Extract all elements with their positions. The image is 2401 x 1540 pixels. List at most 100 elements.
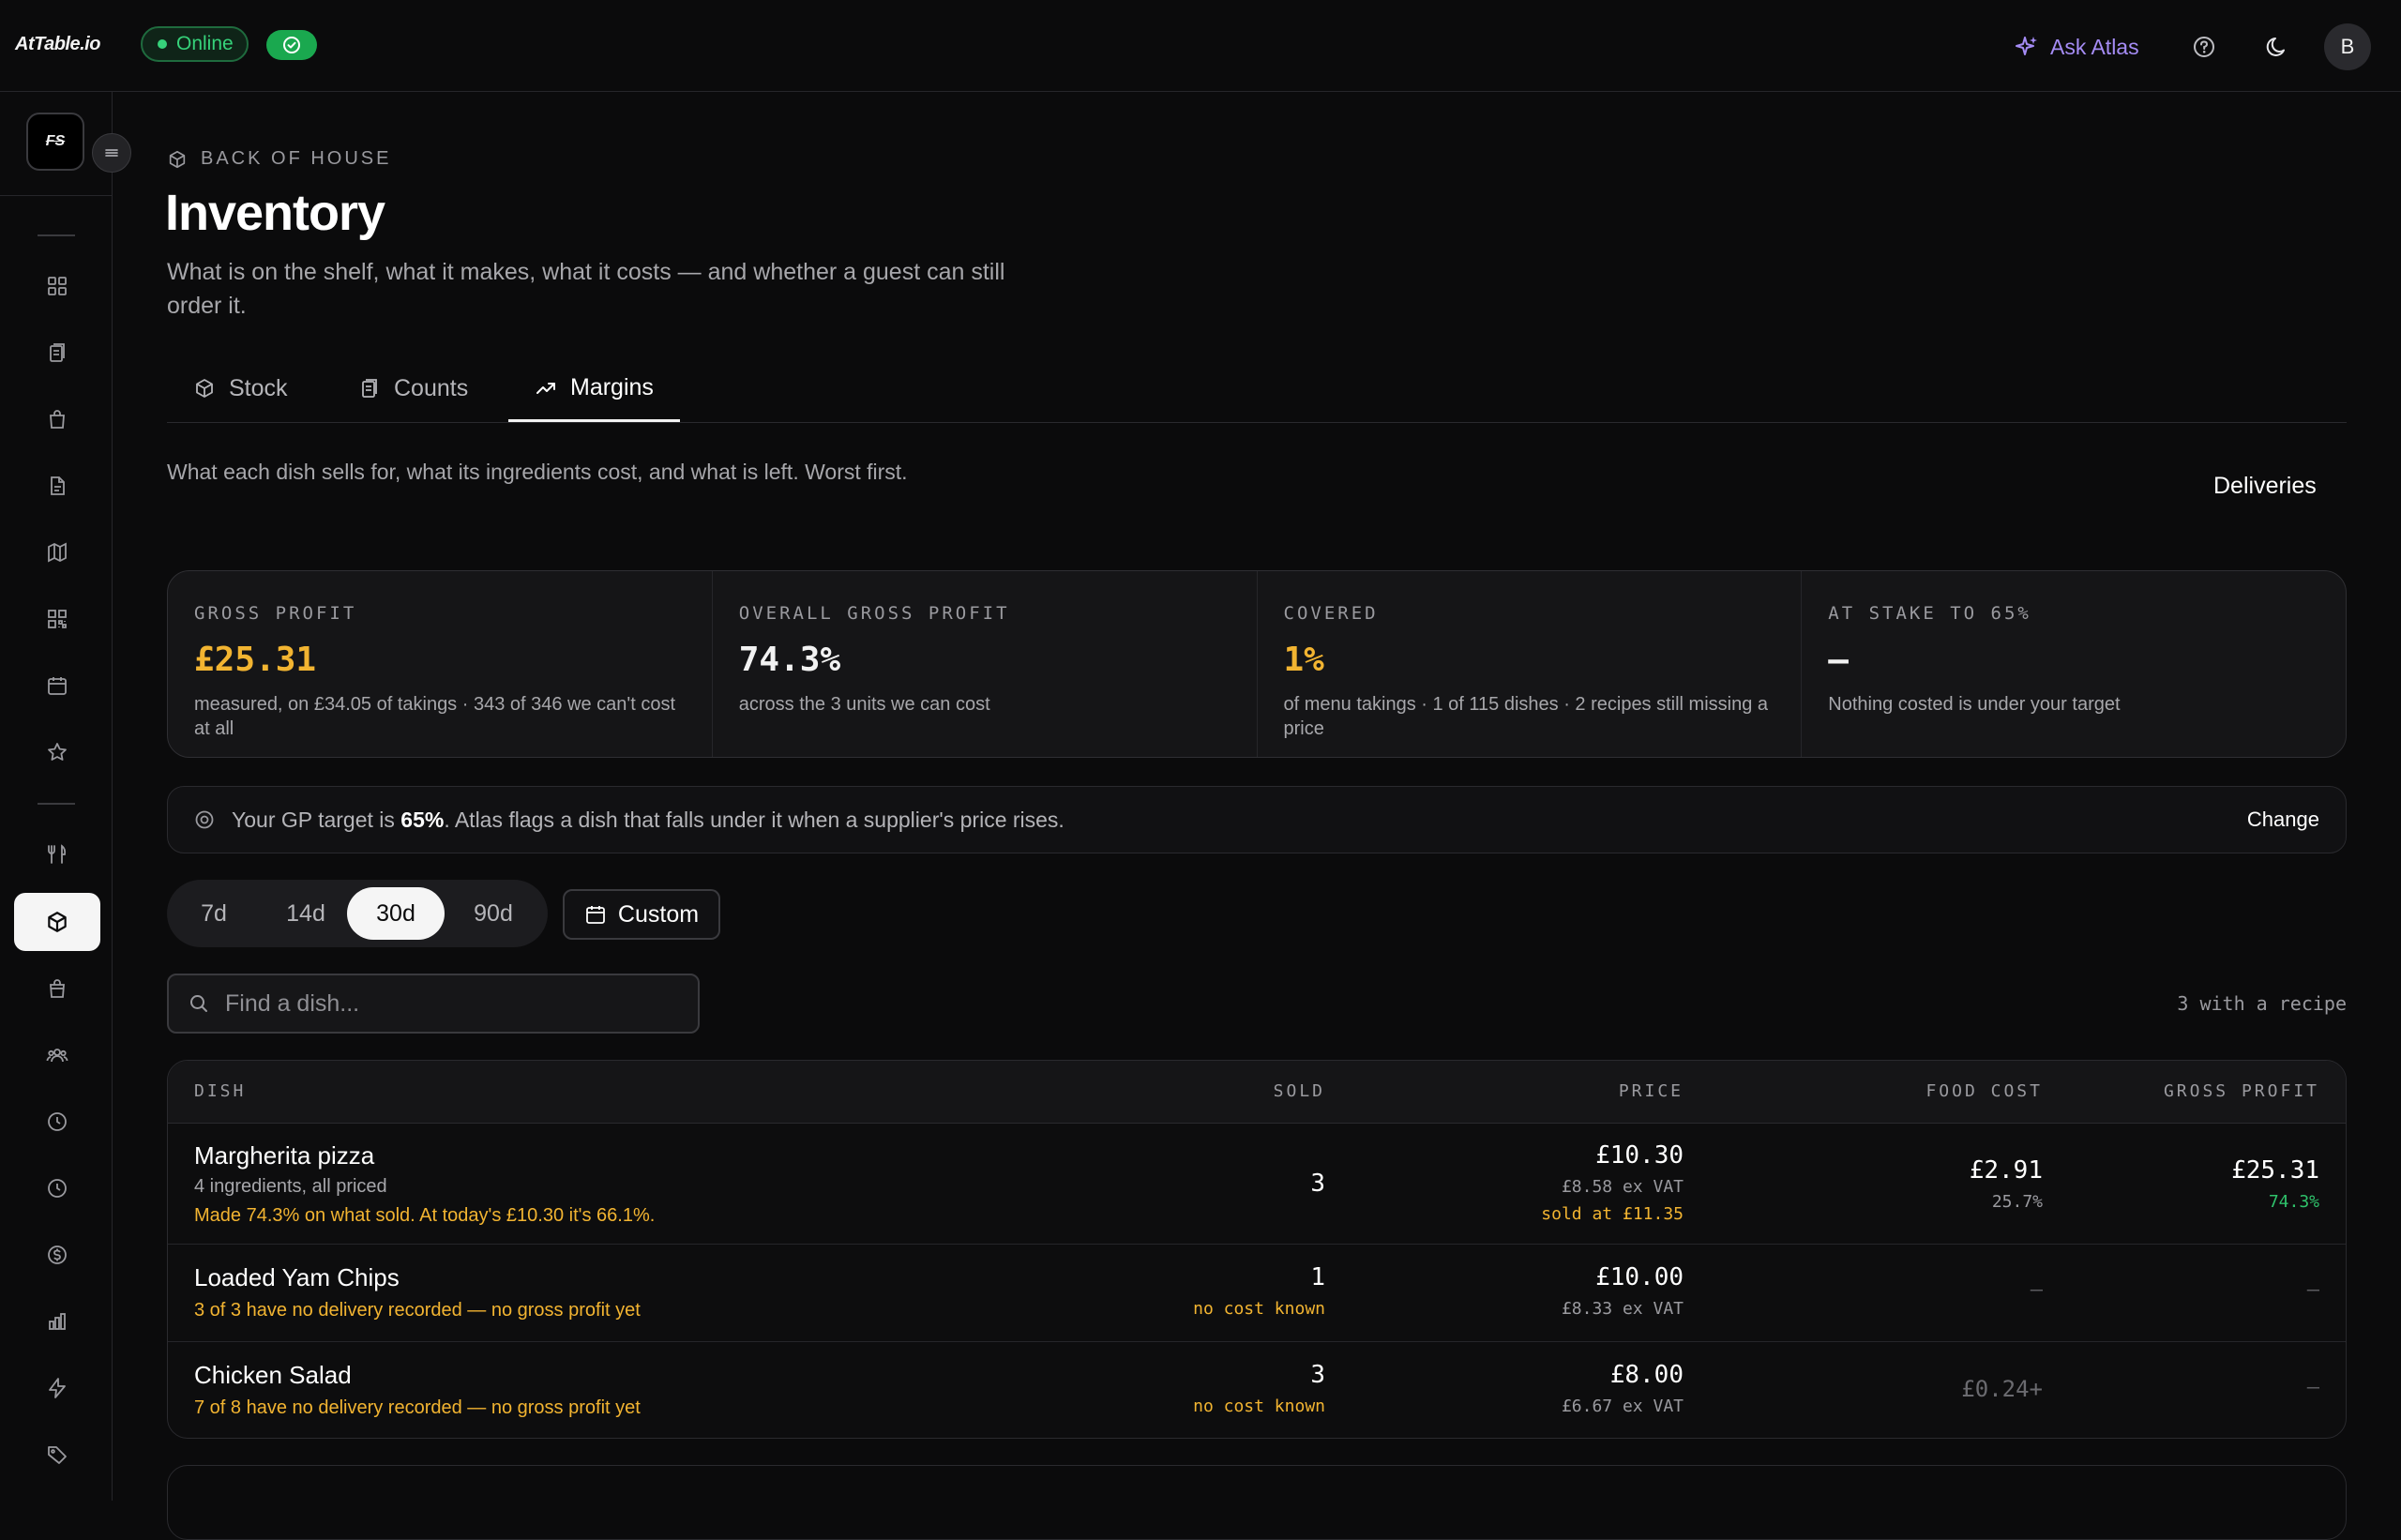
column-header-dish[interactable]: DISH xyxy=(194,1081,246,1101)
tab-margins-label: Margins xyxy=(570,374,654,400)
bolt-icon xyxy=(46,1377,68,1399)
nav-history[interactable] xyxy=(14,1159,100,1217)
ask-atlas-label: Ask Atlas xyxy=(2050,34,2139,59)
nav-payments[interactable] xyxy=(14,1226,100,1284)
stat-note: Nothing costed is under your target xyxy=(1828,694,2121,715)
range-30d[interactable]: 30d xyxy=(347,887,445,940)
dollar-icon xyxy=(46,1244,68,1266)
check-status-button[interactable] xyxy=(266,30,317,60)
price-value: £8.00 xyxy=(1609,1361,1684,1389)
column-header-price[interactable]: PRICE xyxy=(1619,1081,1684,1101)
range-14d[interactable]: 14d xyxy=(259,887,353,940)
column-header-sold[interactable]: SOLD xyxy=(1274,1081,1325,1101)
nav-staff[interactable] xyxy=(14,1026,100,1084)
range-7d[interactable]: 7d xyxy=(174,887,253,940)
theme-toggle-button[interactable] xyxy=(2258,28,2296,66)
nav-purchasing[interactable] xyxy=(14,959,100,1018)
nav-dashboard[interactable] xyxy=(14,257,100,315)
nav-shifts[interactable] xyxy=(14,1093,100,1151)
nav-reports[interactable] xyxy=(14,1292,100,1351)
dish-name: Margherita pizza xyxy=(194,1141,375,1170)
calendar-icon xyxy=(584,903,618,926)
dish-search-input[interactable] xyxy=(223,989,677,1019)
map-icon xyxy=(46,541,68,564)
ask-atlas-button[interactable]: Ask Atlas xyxy=(2015,28,2139,66)
column-header-gross-profit[interactable]: GROSS PROFIT xyxy=(2164,1081,2319,1101)
grid-icon xyxy=(46,275,68,297)
sidebar-collapse-button[interactable] xyxy=(92,133,131,173)
food-cost-value: £0.24+ xyxy=(1961,1376,2043,1402)
stat-label: GROSS PROFIT xyxy=(194,603,357,624)
gp-target-banner: Your GP target is 65%. Atlas flags a dis… xyxy=(167,786,2347,853)
tab-stock[interactable]: Stock xyxy=(167,356,314,420)
nav-documents[interactable] xyxy=(14,457,100,515)
nav-qr-codes[interactable] xyxy=(14,590,100,648)
menu-icon xyxy=(103,146,120,159)
nav-floor-map[interactable] xyxy=(14,523,100,581)
stat-value: 74.3% xyxy=(738,641,841,679)
tag-icon xyxy=(46,1443,68,1466)
user-avatar[interactable]: B xyxy=(2324,23,2371,70)
price-ex-vat: £8.58 ex VAT xyxy=(1561,1177,1684,1197)
custom-range-button[interactable]: Custom xyxy=(563,889,720,940)
tab-margins[interactable]: Margins xyxy=(508,356,680,422)
status-dot xyxy=(158,39,167,49)
table-row[interactable]: Chicken Salad 7 of 8 have no delivery re… xyxy=(168,1342,2346,1438)
nav-pricing[interactable] xyxy=(14,1426,100,1484)
sidebar: FS xyxy=(0,92,131,1501)
stat-note: measured, on £34.05 of takings · 343 of … xyxy=(194,694,676,739)
gross-profit-value: – xyxy=(2306,1376,2319,1399)
calendar-icon xyxy=(46,674,68,697)
stat-note: of menu takings · 1 of 115 dishes · 2 re… xyxy=(1283,694,1769,739)
help-button[interactable] xyxy=(2185,28,2223,66)
history-icon xyxy=(46,1177,68,1200)
stat-value: — xyxy=(1828,641,1849,679)
sold-value: 3 xyxy=(1310,1361,1325,1389)
nav-reviews[interactable] xyxy=(14,723,100,781)
nav-automations[interactable] xyxy=(14,1359,100,1417)
margins-table: DISH SOLD PRICE FOOD COST GROSS PROFIT M… xyxy=(167,1060,2347,1439)
online-status-badge[interactable]: Online xyxy=(141,26,249,62)
price-note: sold at £11.35 xyxy=(1541,1204,1684,1224)
nav-inventory[interactable] xyxy=(14,893,100,951)
dish-warning: 7 of 8 have no delivery recorded — no gr… xyxy=(194,1397,641,1418)
gross-profit-value: £25.31 xyxy=(2231,1156,2319,1185)
tab-bar: Stock Counts Margins xyxy=(167,356,2347,423)
stat-note: across the 3 units we can cost xyxy=(738,694,990,715)
change-target-button[interactable]: Change xyxy=(2247,808,2319,832)
stat-label: COVERED xyxy=(1283,603,1379,624)
nav-shop[interactable] xyxy=(14,390,100,448)
sparkle-icon xyxy=(2015,35,2050,59)
stat-gross-profit: GROSS PROFIT £25.31 measured, on £34.05 … xyxy=(168,571,713,757)
price-value: £10.30 xyxy=(1595,1141,1684,1170)
bag-icon xyxy=(46,408,68,430)
gross-profit-cell: – xyxy=(2307,1278,2319,1302)
gp-target-prefix: Your GP target is xyxy=(232,807,401,832)
table-row[interactable]: Margherita pizza 4 ingredients, all pric… xyxy=(168,1123,2346,1245)
sold-value: 3 xyxy=(1310,1170,1325,1198)
range-90d[interactable]: 90d xyxy=(448,887,538,940)
dish-cell: Margherita pizza 4 ingredients, all pric… xyxy=(194,1141,655,1227)
gross-profit-value: – xyxy=(2306,1278,2319,1302)
status-label: Online xyxy=(176,33,234,54)
app-logo[interactable]: AtTable.io xyxy=(15,34,100,55)
column-header-food-cost[interactable]: FOOD COST xyxy=(1925,1081,2043,1101)
sidebar-separator xyxy=(38,803,75,805)
price-value: £10.00 xyxy=(1595,1263,1684,1291)
page-title: Inventory xyxy=(165,185,385,241)
food-cost-cell: £2.91 25.7% xyxy=(1970,1156,2043,1212)
dish-cell: Loaded Yam Chips 3 of 3 have no delivery… xyxy=(194,1263,641,1321)
clock-icon xyxy=(46,1110,68,1133)
venue-logo[interactable]: FS xyxy=(26,113,84,171)
food-cost-percent: 25.7% xyxy=(1991,1192,2043,1212)
table-row[interactable]: Loaded Yam Chips 3 of 3 have no delivery… xyxy=(168,1245,2346,1342)
qr-code-icon xyxy=(46,608,68,630)
dish-warning: 3 of 3 have no delivery recorded — no gr… xyxy=(194,1300,641,1321)
nav-bookings[interactable] xyxy=(14,657,100,715)
nav-menu[interactable] xyxy=(14,825,100,883)
deliveries-link[interactable]: Deliveries xyxy=(2213,473,2317,500)
tab-counts[interactable]: Counts xyxy=(332,356,494,420)
sold-cell: 3 no cost known xyxy=(1193,1361,1325,1416)
nav-orders[interactable] xyxy=(14,324,100,382)
tab-counts-label: Counts xyxy=(394,374,469,401)
